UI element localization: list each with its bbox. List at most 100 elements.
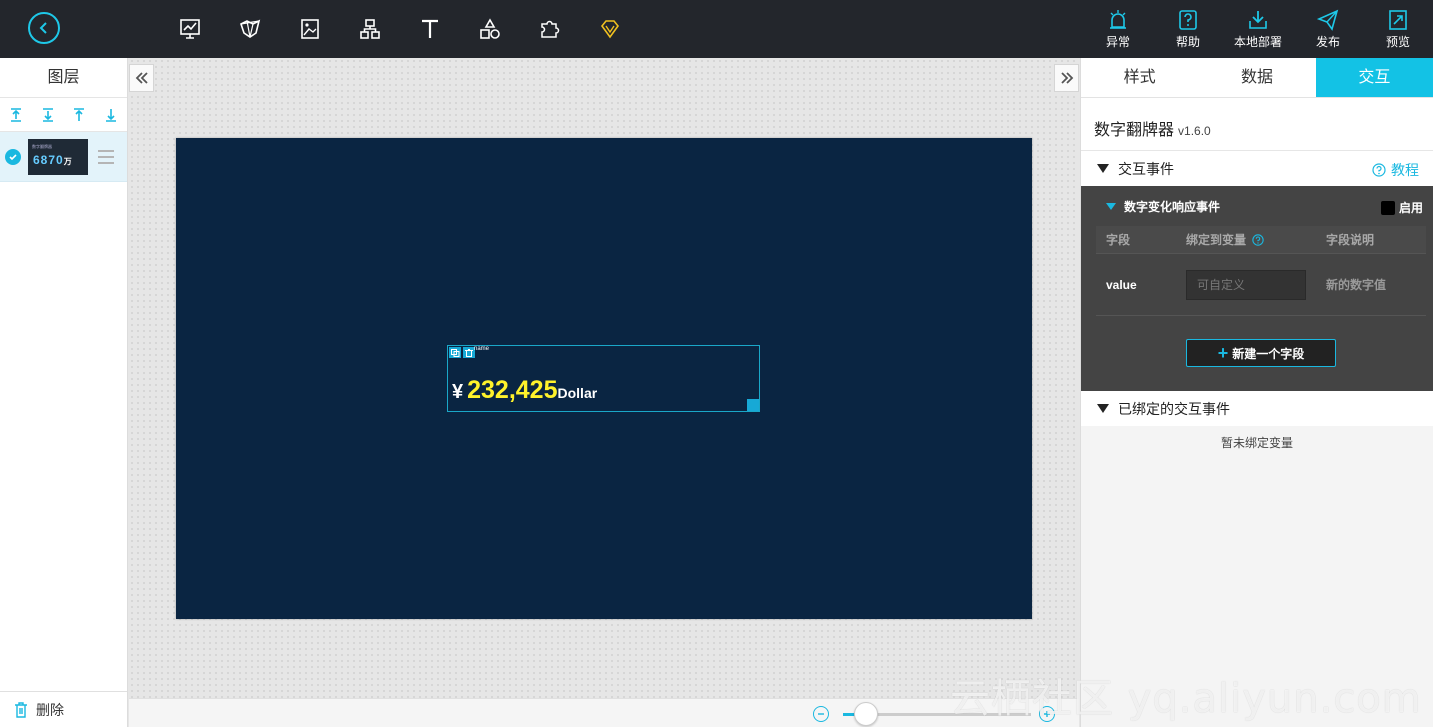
config-tabs: 样式 数据 交互 <box>1081 58 1433 98</box>
plugin-icon <box>541 20 560 38</box>
chart-tool[interactable] <box>170 14 210 44</box>
back-button[interactable] <box>28 12 60 44</box>
media-tool[interactable] <box>290 14 330 44</box>
layer-order-controls <box>0 98 127 132</box>
layer-panel-title: 图层 <box>0 58 127 98</box>
bound-section-title: 已绑定的交互事件 <box>1118 400 1230 417</box>
component-name: 数字翻牌器 <box>1094 122 1175 139</box>
gem-tool[interactable] <box>590 14 630 44</box>
event-title: 数字变化响应事件 <box>1124 199 1221 214</box>
resize-handle[interactable] <box>747 399 759 411</box>
move-down-button[interactable] <box>104 108 118 122</box>
enable-label: 启用 <box>1398 201 1423 215</box>
move-top-icon <box>10 107 21 122</box>
delete-label: 删除 <box>36 701 64 718</box>
header-bind-variable: 绑定到变量 <box>1176 231 1316 248</box>
zoom-out-button[interactable] <box>813 706 829 722</box>
double-chevron-right-icon <box>1060 72 1073 84</box>
network-tool[interactable] <box>350 14 390 44</box>
publish-button[interactable]: 发布 <box>1293 0 1363 58</box>
copy-icon <box>450 348 459 357</box>
publish-label: 发布 <box>1315 34 1340 49</box>
network-icon <box>360 19 380 39</box>
minus-icon <box>818 713 824 715</box>
plus-icon: + <box>1217 343 1229 363</box>
caret-down-icon <box>1097 404 1109 413</box>
collapse-left-button[interactable] <box>129 64 154 92</box>
tutorial-link[interactable]: 教程 <box>1372 160 1419 180</box>
thumb-title: 数字翻牌器 <box>32 143 52 149</box>
variable-cell <box>1176 269 1316 300</box>
deploy-button[interactable]: 本地部署 <box>1223 0 1293 58</box>
enable-checkbox[interactable]: 启用 <box>1380 199 1423 216</box>
component-version: v1.6.0 <box>1178 124 1211 138</box>
question-circle-icon[interactable] <box>1252 233 1264 246</box>
layer-panel: 图层 数字翻牌器 6870万 删除 <box>0 58 128 727</box>
canvas-area: name ¥ 232,425 Dollar <box>129 58 1079 698</box>
zoom-slider[interactable] <box>843 702 1031 726</box>
bound-events-body: 暂未绑定变量 <box>1081 426 1433 464</box>
alarm-icon <box>1110 9 1126 29</box>
delete-layer-button[interactable]: 删除 <box>0 691 127 727</box>
event-config-box: 数字变化响应事件 启用 字段 绑定到变量 字段说明 value 新的数字值 <box>1081 186 1433 391</box>
field-desc: 新的数字值 <box>1326 278 1387 292</box>
shapes-tool[interactable] <box>470 14 510 44</box>
download-icon <box>1249 10 1267 29</box>
events-section-header[interactable]: 交互事件 教程 <box>1081 151 1433 186</box>
component-header: 数字翻牌器 v1.6.0 <box>1081 98 1433 151</box>
tab-data[interactable]: 数据 <box>1198 58 1315 97</box>
move-up-button[interactable] <box>72 107 86 122</box>
arrow-down-icon <box>106 108 117 122</box>
variable-input[interactable] <box>1186 269 1306 300</box>
preview-label: 预览 <box>1385 34 1410 49</box>
event-field-table: 字段 绑定到变量 字段说明 value 新的数字值 <box>1096 226 1426 316</box>
trash-icon <box>15 701 27 718</box>
layer-item[interactable]: 数字翻牌器 6870万 <box>0 132 127 182</box>
alarm-button[interactable]: 异常 <box>1083 0 1153 58</box>
text-tool[interactable] <box>410 14 450 44</box>
design-screen[interactable]: name ¥ 232,425 Dollar <box>176 138 1032 619</box>
help-icon <box>1179 9 1197 30</box>
add-field-button[interactable]: + 新建一个字段 <box>1186 339 1336 367</box>
tab-style[interactable]: 样式 <box>1081 58 1198 97</box>
deploy-label: 本地部署 <box>1233 34 1282 49</box>
currency-symbol: ¥ <box>452 381 464 403</box>
shapes-icon <box>480 18 500 39</box>
preview-button[interactable]: 预览 <box>1363 0 1433 58</box>
collapse-right-button[interactable] <box>1054 64 1079 92</box>
zoom-in-button[interactable] <box>1039 706 1055 722</box>
map-icon <box>240 19 261 38</box>
help-button[interactable]: 帮助 <box>1153 0 1223 58</box>
header-field: 字段 <box>1106 233 1131 247</box>
text-icon <box>422 19 438 38</box>
bound-empty-text: 暂未绑定变量 <box>1220 436 1293 450</box>
tutorial-label: 教程 <box>1391 162 1419 178</box>
widget-title: name <box>474 346 490 352</box>
events-section-title: 交互事件 <box>1118 160 1174 177</box>
widget-tools <box>449 347 475 358</box>
check-icon <box>5 148 21 165</box>
number-value: 232,425 <box>467 376 558 404</box>
gem-icon <box>600 20 620 39</box>
top-toolbar: 异常 帮助 本地部署 发布 预览 <box>0 0 1433 58</box>
map-tool[interactable] <box>230 14 270 44</box>
zoom-slider-knob[interactable] <box>853 702 878 726</box>
number-flipper-widget[interactable]: name ¥ 232,425 Dollar <box>447 345 760 412</box>
double-chevron-left-icon <box>135 72 148 84</box>
chart-icon <box>180 19 200 39</box>
config-panel: 样式 数据 交互 数字翻牌器 v1.6.0 交互事件 教程 数字变化响应事件 启用… <box>1080 58 1433 727</box>
tab-interaction[interactable]: 交互 <box>1315 58 1433 97</box>
bound-events-section-header[interactable]: 已绑定的交互事件 <box>1081 391 1433 426</box>
send-icon <box>1317 9 1339 31</box>
plugin-tool[interactable] <box>530 14 570 44</box>
unit-label: Dollar <box>557 385 598 401</box>
copy-button[interactable] <box>449 347 461 358</box>
move-bottom-button[interactable] <box>41 107 55 122</box>
header-field-desc: 字段说明 <box>1326 233 1375 247</box>
caret-down-icon <box>1097 164 1109 173</box>
drag-handle-icon[interactable] <box>98 149 114 164</box>
component-toolbar <box>170 14 650 44</box>
arrow-up-icon <box>74 107 85 121</box>
move-top-button[interactable] <box>9 107 23 122</box>
preview-icon <box>1389 9 1407 30</box>
